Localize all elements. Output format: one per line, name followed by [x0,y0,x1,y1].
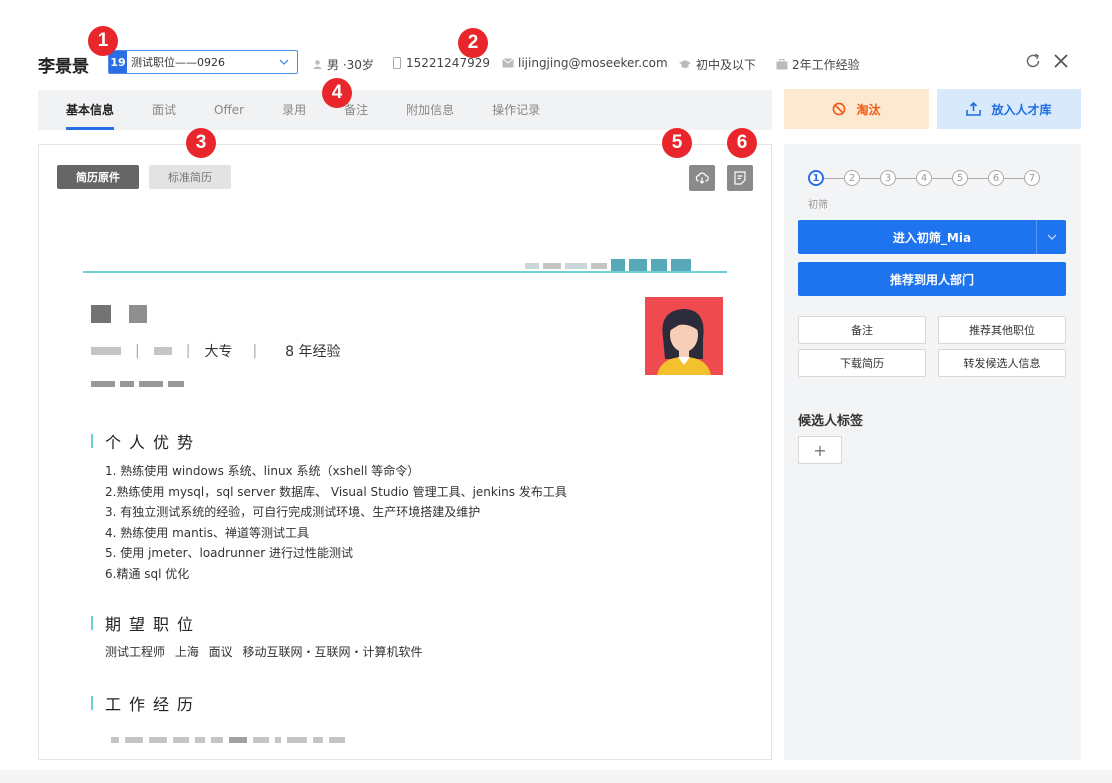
note-button[interactable]: 备注 [798,316,926,344]
list-item: 6.精通 sql 优化 [105,566,190,581]
resume-panel: 简历原件 标准简历 | | 大专 | 8 年经验 个人优势 1. 熟练使用 wi… [38,144,772,760]
personal-summary-line: | | 大专 | 8 年经验 [91,341,451,361]
tab-additional-info[interactable]: 附加信息 [406,90,454,130]
talent-pool-button[interactable]: 放入人才库 [937,89,1081,129]
tab-operation-log[interactable]: 操作记录 [492,90,540,130]
phone-text: 15221247929 [406,56,490,70]
list-item: 3. 有独立测试系统的经验，可自行完成测试环境、生产环境搭建及维护 [105,505,481,520]
blurred-resume-header [525,259,691,271]
advance-stage-button[interactable]: 进入初筛_Mia [798,220,1066,254]
list-item: 1. 熟练使用 windows 系统、linux 系统（xshell 等命令） [105,464,420,478]
job-count-badge: 19 [109,51,127,73]
advantages-section-title: 个人优势 [91,429,201,453]
experience-info: 2年工作经验 [776,56,860,73]
phone-icon [392,57,402,69]
annotation-marker-3: 3 [186,128,216,158]
step-3[interactable]: 3 [880,170,896,186]
chevron-down-icon [279,59,289,65]
tab-hire[interactable]: 录用 [282,90,306,130]
years-experience: 8 年经验 [285,344,341,360]
eliminate-button[interactable]: 淘汰 [784,89,929,129]
stage-stepper: 1 2 3 4 5 6 7 [808,170,1040,186]
personal-info: | | 大专 | 8 年经验 [91,305,341,387]
expected-position-value: 测试工程师 上海 面议 移动互联网・互联网・计算机软件 [105,645,423,659]
bottom-strip [0,770,1112,783]
advance-stage-label: 进入初筛_Mia [892,230,972,245]
list-item: 5. 使用 jmeter、loadrunner 进行过性能测试 [105,546,354,561]
advantages-list: 1. 熟练使用 windows 系统、linux 系统（xshell 等命令） … [105,461,567,585]
download-resume-button[interactable]: 下载简历 [798,349,926,377]
step-6[interactable]: 6 [988,170,1004,186]
experience-text: 2年工作经验 [792,58,860,72]
step-5[interactable]: 5 [952,170,968,186]
job-position-select[interactable]: 19 测试职位——0926 [108,50,298,74]
tab-offer[interactable]: Offer [214,90,244,130]
gender-age-text: 男 ·30岁 [327,58,374,72]
candidate-name: 李景景 [38,57,89,77]
original-resume-toggle[interactable]: 简历原件 [57,165,139,189]
education-level: 大专 [204,344,233,360]
candidate-tags-title: 候选人标签 [798,414,864,429]
blurred-contact [91,381,184,387]
standard-resume-toggle[interactable]: 标准简历 [149,165,231,189]
recommend-other-position-button[interactable]: 推荐其他职位 [938,316,1066,344]
close-icon[interactable] [1050,50,1072,72]
inbox-upload-icon [966,102,982,116]
work-experience-title: 工作经历 [91,691,201,715]
step-2[interactable]: 2 [844,170,860,186]
user-icon [312,59,323,70]
tab-interview[interactable]: 面试 [152,90,176,130]
tab-basic-info[interactable]: 基本信息 [66,90,115,130]
education-info: 初中及以下 [678,56,756,73]
mail-icon [502,58,514,68]
phone-info: 15221247929 [392,56,490,70]
blurred-name [91,305,147,323]
recommend-department-button[interactable]: 推荐到用人部门 [798,262,1066,296]
note-icon[interactable] [727,165,753,191]
annotation-marker-4: 4 [322,78,352,108]
cloud-download-icon[interactable] [689,165,715,191]
graduation-cap-icon [678,59,692,70]
email-text: lijingjing@moseeker.com [518,56,668,70]
annotation-marker-1: 1 [88,26,118,56]
annotation-marker-6: 6 [727,128,757,158]
workflow-side-panel: 1 2 3 4 5 6 7 初筛 进入初筛_Mia 推荐到用人部门 备注 推荐其… [784,144,1081,760]
annotation-marker-2: 2 [458,28,488,58]
list-item: 2.熟练使用 mysql，sql server 数据库、 Visual Stud… [105,484,567,499]
briefcase-icon [776,59,788,70]
education-text: 初中及以下 [696,58,757,72]
forward-candidate-button[interactable]: 转发候选人信息 [938,349,1066,377]
detail-tabs: 基本信息 面试 Offer 录用 备注 附加信息 操作记录 [38,90,772,130]
ban-icon [833,102,846,116]
candidate-header: 李景景 19 测试职位——0926 男 ·30岁 15221247929 lij… [0,44,1112,80]
add-tag-button[interactable]: + [798,436,842,464]
talent-pool-label: 放入人才库 [991,102,1052,117]
step-4[interactable]: 4 [916,170,932,186]
list-item: 4. 熟练使用 mantis、禅道等测试工具 [105,525,310,540]
eliminate-label: 淘汰 [856,102,881,117]
email-info: lijingjing@moseeker.com [502,56,668,70]
blurred-work-experience [111,737,345,743]
current-step-label: 初筛 [808,200,828,211]
step-1[interactable]: 1 [808,170,824,186]
expected-position-title: 期望职位 [91,611,201,635]
annotation-marker-5: 5 [662,128,692,158]
gender-age: 男 ·30岁 [312,56,374,73]
resume-header-divider [83,271,727,273]
candidate-avatar [645,297,723,375]
job-position-value: 测试职位——0926 [131,56,225,69]
chevron-down-icon[interactable] [1036,220,1066,254]
step-7[interactable]: 7 [1024,170,1040,186]
refresh-icon[interactable] [1022,50,1044,72]
